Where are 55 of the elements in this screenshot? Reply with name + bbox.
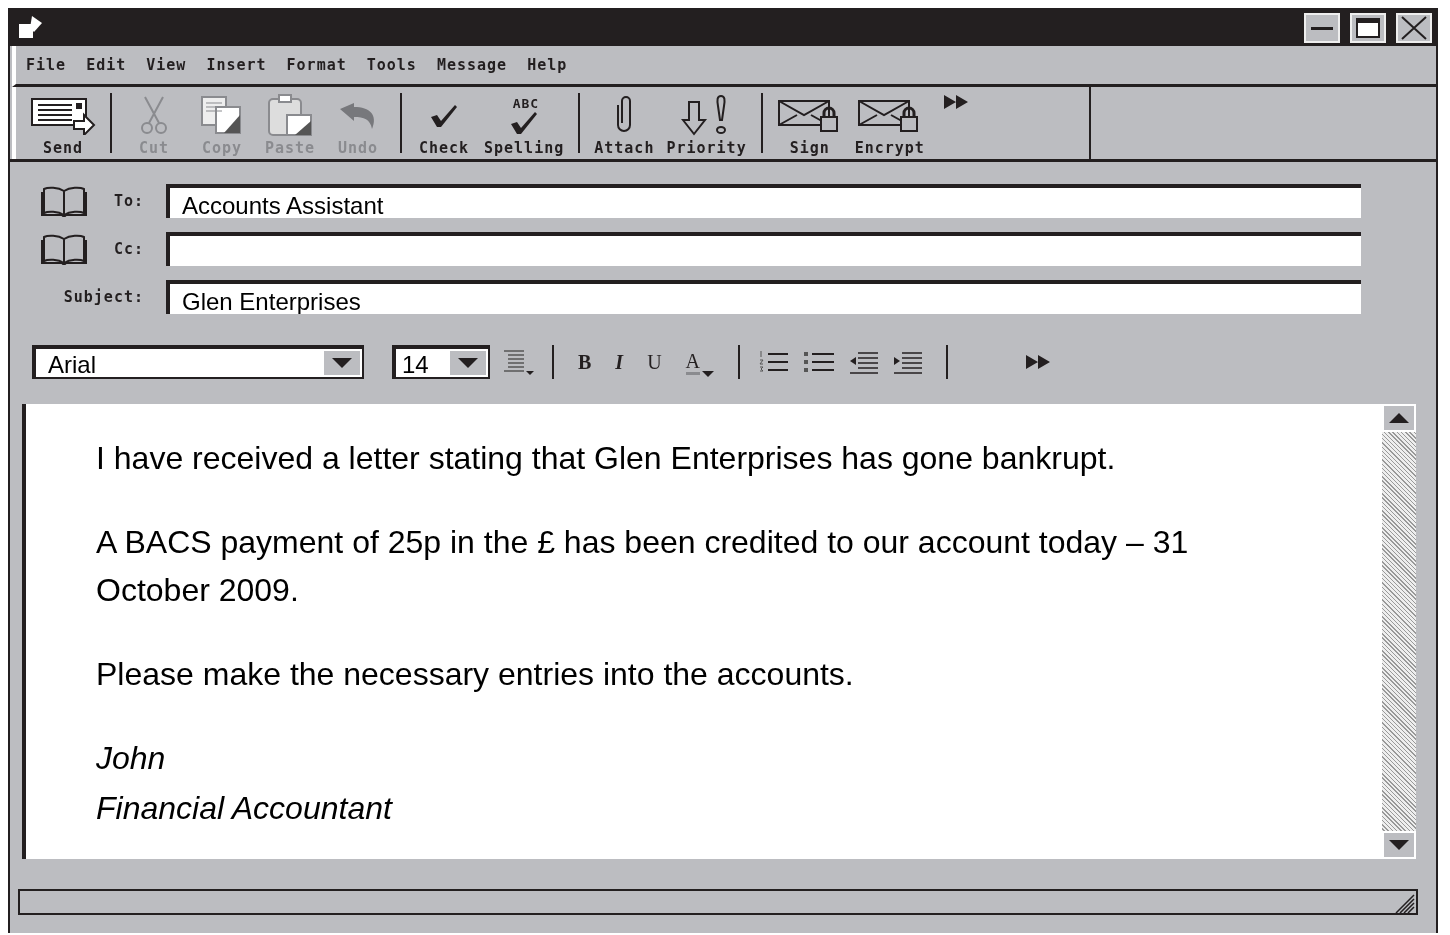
bulleted-list-icon[interactable] [802, 349, 837, 375]
clipboard-icon [267, 93, 313, 137]
maximize-button[interactable] [1350, 13, 1386, 43]
minimize-button[interactable] [1304, 13, 1340, 43]
scroll-up-icon[interactable] [1389, 413, 1409, 423]
increase-indent-icon[interactable] [892, 349, 925, 375]
dropdown-arrow-icon [458, 358, 478, 368]
menu-item[interactable]: Tools [366, 56, 417, 74]
menu-item[interactable]: Help [527, 56, 568, 74]
check-button[interactable]: Check [410, 89, 478, 157]
size-dropdown[interactable]: 14 [392, 345, 490, 379]
field-label: To: [113, 192, 144, 210]
numbered-list-icon[interactable] [758, 349, 791, 375]
scissors-icon [139, 95, 169, 135]
menu-item[interactable]: Edit [86, 56, 127, 74]
close-icon [1400, 15, 1428, 41]
resize-grip-icon[interactable] [1394, 893, 1416, 913]
priority-button[interactable]: Priority [660, 89, 753, 157]
menu-item[interactable]: Format [286, 56, 347, 74]
scroll-down-icon [1389, 840, 1409, 850]
input-field[interactable]: Accounts Assistant [166, 184, 1361, 218]
menu-item[interactable]: View [146, 56, 187, 74]
letter-arrow-icon [30, 95, 96, 135]
message-body[interactable]: I have received a letter stating that Glen Enterprises has gone bankrupt. A BACS payment of 25p in the £ has been credited to our account today – 31 October 2009. Please make the necessary entries into the accounts. John Financial Accountant [22, 404, 1382, 859]
menu-item[interactable]: File [26, 56, 67, 74]
close-button[interactable] [1396, 13, 1432, 43]
sign-button[interactable]: Sign [770, 89, 849, 157]
app-logo-icon [18, 16, 44, 40]
maximize-icon [1356, 18, 1380, 38]
decrease-indent-icon[interactable] [848, 349, 881, 375]
fast-forward-icon[interactable] [943, 95, 970, 109]
font-dropdown[interactable]: Arial [32, 345, 364, 379]
address-book-icon[interactable] [40, 185, 88, 217]
documents-icon [200, 95, 244, 135]
field-label: Cc: [113, 240, 144, 258]
underline-button[interactable]: U [641, 350, 668, 374]
checkmark-icon [509, 109, 540, 134]
font-color-button[interactable]: A [679, 349, 721, 375]
align-icon[interactable] [502, 349, 534, 375]
abc-label: ABC [512, 96, 540, 110]
input-field[interactable] [166, 232, 1361, 266]
menu-item[interactable]: Message [436, 56, 508, 74]
bold-button[interactable]: B [572, 350, 598, 374]
dropdown-arrow-icon [332, 358, 352, 368]
scrollbar[interactable] [1382, 404, 1416, 859]
checkmark-icon [429, 103, 459, 127]
menu-item[interactable]: Insert [206, 56, 267, 74]
encrypt-button[interactable]: Encrypt [848, 89, 931, 157]
send-button[interactable]: Send [24, 89, 102, 157]
field-label: Subject: [63, 288, 144, 306]
minimize-icon [1311, 26, 1333, 30]
spelling-button[interactable]: ABC Spelling [478, 89, 571, 157]
italic-button[interactable]: I [609, 350, 630, 374]
attach-button[interactable]: Attach [588, 89, 661, 157]
address-book-icon[interactable] [40, 233, 88, 265]
